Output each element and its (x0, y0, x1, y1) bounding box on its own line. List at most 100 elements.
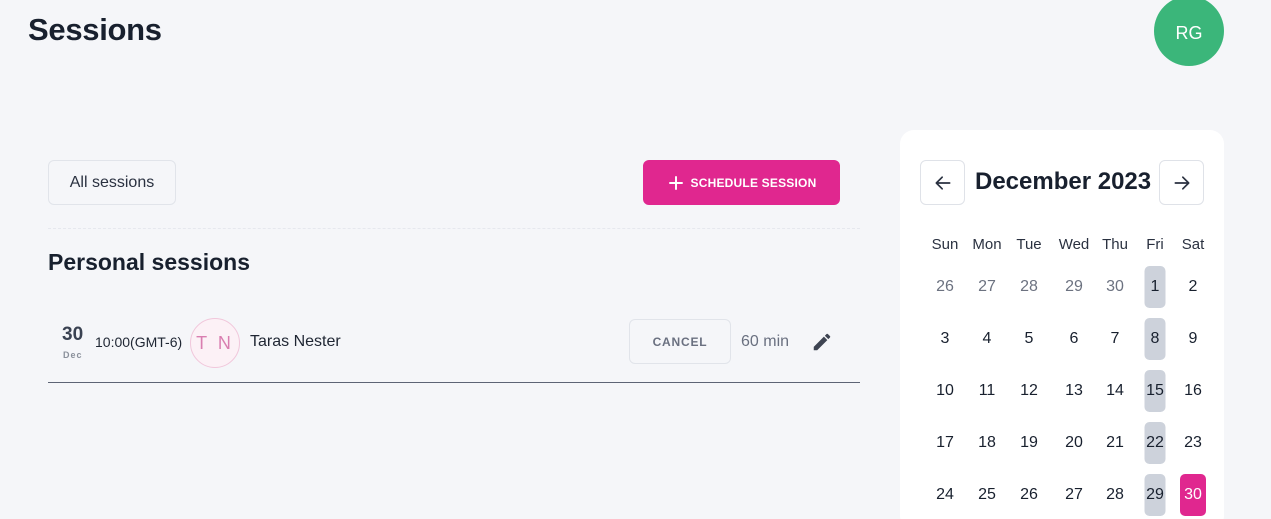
calendar-day-label: 11 (978, 382, 996, 399)
calendar-day[interactable]: 1 (1136, 266, 1174, 308)
calendar-day-label: 2 (1188, 278, 1198, 295)
calendar-day-label: 21 (1106, 434, 1124, 451)
calendar-day[interactable]: 3 (920, 318, 970, 360)
calendar-day-label: 3 (940, 330, 950, 347)
calendar-day[interactable]: 29 (1136, 474, 1174, 516)
weekday-fri: Fri (1146, 236, 1164, 253)
cancel-session-button[interactable]: CANCEL (629, 319, 731, 364)
calendar-day-selected[interactable]: 30 (1174, 474, 1212, 516)
calendar-day-label: 5 (1024, 330, 1034, 347)
calendar-day-label: 17 (936, 434, 954, 451)
calendar-day[interactable]: 29 (1054, 266, 1094, 308)
calendar-day[interactable]: 24 (920, 474, 970, 516)
calendar-day[interactable]: 30 (1094, 266, 1136, 308)
calendar-day-label: 4 (982, 330, 992, 347)
page-title: Sessions (28, 12, 162, 47)
schedule-session-label: SCHEDULE SESSION (690, 175, 817, 190)
calendar-day[interactable]: 23 (1174, 422, 1212, 464)
session-time: 10:00(GMT-6) (95, 334, 183, 350)
next-month-button[interactable] (1159, 160, 1204, 205)
calendar-day[interactable]: 16 (1174, 370, 1212, 412)
participant-name: Taras Nester (250, 333, 341, 350)
calendar-day-label: 25 (978, 486, 996, 503)
section-title: Personal sessions (48, 249, 250, 275)
calendar-day[interactable]: 9 (1174, 318, 1212, 360)
calendar-day-label: 26 (936, 278, 954, 295)
weekday-tue: Tue (1016, 236, 1042, 253)
calendar-day[interactable]: 11 (970, 370, 1004, 412)
session-row[interactable]: 30 Dec 10:00(GMT-6) T N Taras Nester CAN… (48, 316, 860, 383)
calendar-week-row: 17 18 19 20 21 22 23 (920, 422, 1212, 464)
calendar-day-label: 13 (1065, 382, 1083, 399)
user-avatar[interactable]: RG (1154, 0, 1224, 66)
calendar-day[interactable]: 27 (970, 266, 1004, 308)
calendar-day-label: 23 (1184, 434, 1202, 451)
calendar-day-label: 19 (1020, 434, 1038, 451)
calendar-day[interactable]: 27 (1054, 474, 1094, 516)
plus-icon (668, 175, 683, 190)
calendar-day-label: 6 (1069, 330, 1079, 347)
calendar-day-label: 22 (1146, 434, 1164, 451)
calendar-weekday-header: Sun Mon Tue Wed Thu Fri Sat (920, 236, 1212, 253)
calendar-day-label: 20 (1065, 434, 1083, 451)
calendar-day[interactable]: 17 (920, 422, 970, 464)
calendar-day[interactable]: 26 (920, 266, 970, 308)
session-duration: 60 min (741, 333, 790, 350)
weekday-sun: Sun (931, 236, 959, 253)
calendar-day[interactable]: 5 (1004, 318, 1054, 360)
calendar-day[interactable]: 22 (1136, 422, 1174, 464)
schedule-session-button[interactable]: SCHEDULE SESSION (643, 160, 840, 205)
calendar-day[interactable]: 12 (1004, 370, 1054, 412)
calendar-day[interactable]: 25 (970, 474, 1004, 516)
all-sessions-filter[interactable]: All sessions (48, 160, 176, 205)
calendar-day[interactable]: 7 (1094, 318, 1136, 360)
weekday-thu: Thu (1102, 236, 1128, 253)
previous-month-button[interactable] (920, 160, 965, 205)
calendar-day[interactable]: 10 (920, 370, 970, 412)
calendar-day[interactable]: 26 (1004, 474, 1054, 516)
calendar-day-label: 24 (936, 486, 954, 503)
calendar-day[interactable]: 21 (1094, 422, 1136, 464)
calendar-day-label: 28 (1020, 278, 1038, 295)
arrow-right-icon (1174, 175, 1189, 190)
calendar-day[interactable]: 15 (1136, 370, 1174, 412)
calendar-day-label: 27 (978, 278, 996, 295)
calendar-day-label: 1 (1150, 278, 1160, 295)
section-divider (48, 228, 860, 229)
calendar-day[interactable]: 6 (1054, 318, 1094, 360)
calendar-day-label: 7 (1110, 330, 1120, 347)
calendar-day[interactable]: 28 (1094, 474, 1136, 516)
calendar-day-label: 29 (1146, 486, 1164, 503)
calendar-day[interactable]: 18 (970, 422, 1004, 464)
calendar-panel: December 2023 Sun Mon Tue Wed Thu Fri Sat 26 27… (900, 130, 1224, 519)
calendar-day-label: 28 (1106, 486, 1124, 503)
arrow-left-icon (935, 175, 950, 190)
calendar-day-label: 27 (1065, 486, 1083, 503)
weekday-wed: Wed (1058, 236, 1090, 253)
calendar-day-label: 15 (1146, 382, 1164, 399)
calendar-day[interactable]: 4 (970, 318, 1004, 360)
calendar-day-label: 16 (1184, 382, 1202, 399)
calendar-day[interactable]: 14 (1094, 370, 1136, 412)
calendar-day[interactable]: 19 (1004, 422, 1054, 464)
calendar-day[interactable]: 28 (1004, 266, 1054, 308)
calendar-day-label: 9 (1188, 330, 1198, 347)
calendar-day-label: 10 (936, 382, 954, 399)
calendar-week-row: 3 4 5 6 7 8 9 (920, 318, 1212, 360)
calendar-day[interactable]: 20 (1054, 422, 1094, 464)
weekday-mon: Mon (972, 236, 1002, 253)
calendar-day[interactable]: 13 (1054, 370, 1094, 412)
weekday-sat: Sat (1181, 236, 1205, 253)
calendar-week-row: 10 11 12 13 14 15 16 (920, 370, 1212, 412)
calendar-day-label: 18 (978, 434, 996, 451)
calendar-month-label: December 2023 (975, 168, 1152, 195)
calendar-day[interactable]: 8 (1136, 318, 1174, 360)
calendar-day-label: 12 (1020, 382, 1038, 399)
sessions-page: Sessions RG All sessions SCHEDULE SESSIO… (0, 0, 1271, 519)
calendar-day-label: 30 (1184, 486, 1202, 503)
calendar-day[interactable]: 2 (1174, 266, 1212, 308)
calendar-week-row: 24 25 26 27 28 29 30 (920, 474, 1212, 516)
calendar-day-label: 30 (1106, 278, 1124, 295)
calendar-day-label: 26 (1020, 486, 1038, 503)
pencil-icon[interactable] (811, 331, 833, 353)
